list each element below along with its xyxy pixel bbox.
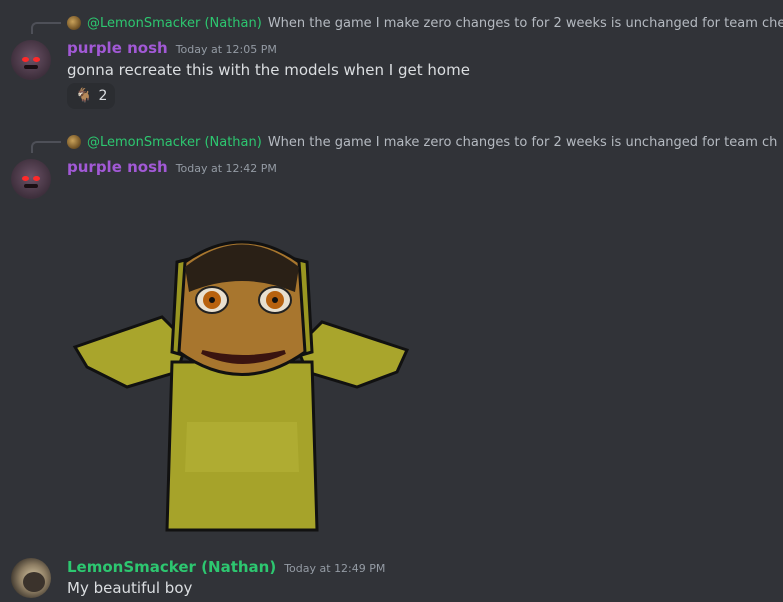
timestamp[interactable]: Today at 12:05 PM (176, 43, 277, 56)
reply-text[interactable]: When the game I make zero changes to for… (268, 135, 777, 150)
timestamp[interactable]: Today at 12:49 PM (284, 562, 385, 575)
avatar[interactable] (11, 558, 51, 598)
reply-connector (31, 141, 61, 153)
author-name[interactable]: purple nosh (67, 158, 168, 176)
reply-author[interactable]: @LemonSmacker (Nathan) (87, 135, 262, 150)
reply-avatar-icon (67, 16, 81, 30)
goat-icon: 🐐 (75, 88, 93, 104)
reply-avatar-icon (67, 135, 81, 149)
reply-author[interactable]: @LemonSmacker (Nathan) (87, 16, 262, 31)
avatar[interactable] (11, 159, 51, 199)
reply-text[interactable]: When the game I make zero changes to for… (268, 16, 783, 31)
image-attachment[interactable] (67, 222, 415, 532)
message-text: My beautiful boy (67, 579, 193, 597)
reply-reference[interactable]: @LemonSmacker (Nathan) When the game I m… (67, 14, 783, 32)
author-name[interactable]: purple nosh (67, 39, 168, 57)
reaction-goat[interactable]: 🐐 2 (67, 83, 116, 109)
reply-reference[interactable]: @LemonSmacker (Nathan) When the game I m… (67, 133, 777, 151)
message-text: gonna recreate this with the models when… (67, 61, 470, 79)
reply-connector (31, 22, 61, 34)
timestamp[interactable]: Today at 12:42 PM (176, 162, 277, 175)
reaction-count: 2 (98, 88, 108, 104)
author-name[interactable]: LemonSmacker (Nathan) (67, 558, 276, 576)
avatar[interactable] (11, 40, 51, 80)
